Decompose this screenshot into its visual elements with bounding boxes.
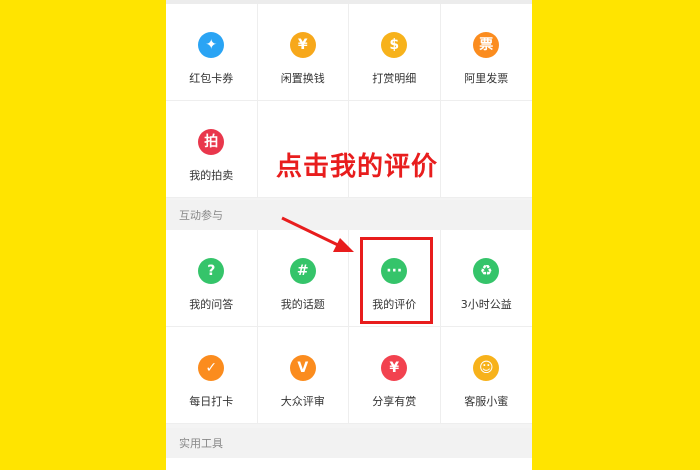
arrow-shaft (281, 216, 341, 248)
annotation-arrow (281, 216, 354, 252)
